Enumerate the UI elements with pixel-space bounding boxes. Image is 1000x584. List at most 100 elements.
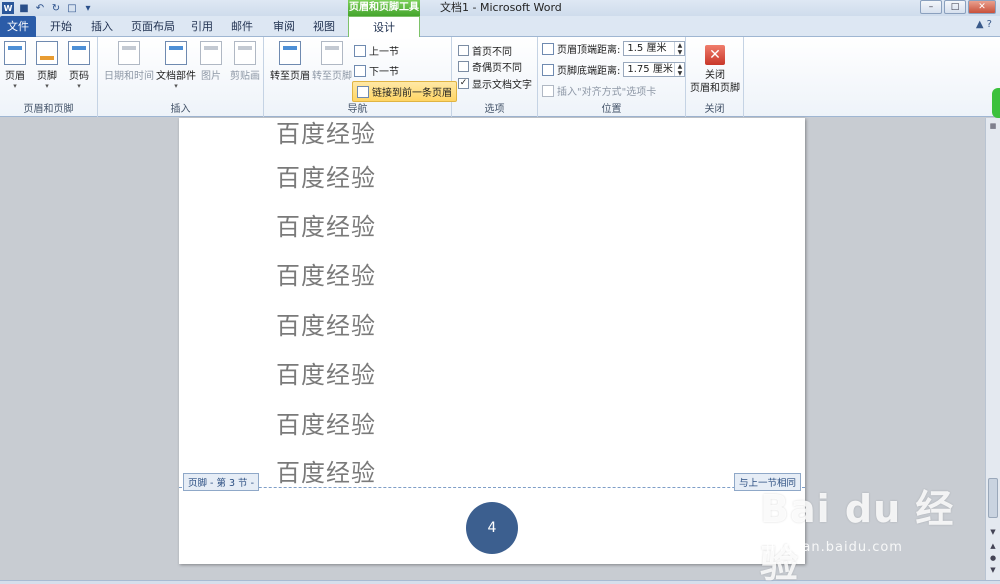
- title-bar: W ■ ↶ ↻ □ ▾ 页眉和页脚工具 文档1 - Microsoft Word…: [0, 0, 1000, 16]
- next-section-button[interactable]: 下一节: [354, 63, 399, 78]
- alignment-tab-icon: [542, 84, 554, 97]
- baidu-watermark: Bai du 经验 jingyan.baidu.com: [760, 478, 990, 584]
- redo-icon[interactable]: ↻: [50, 2, 62, 14]
- close-header-footer-label: 关闭 页眉和页脚: [690, 70, 740, 94]
- tab-file[interactable]: 文件: [0, 16, 36, 37]
- group-position: 页眉顶端距离: 1.5 厘米 ▲ ▼ 页脚底端距离: 1.75 厘米 ▲ ▼ 插入"…: [538, 37, 686, 117]
- header-top-value[interactable]: 1.5 厘米: [624, 42, 674, 55]
- page-number-button-label: 页码: [69, 71, 89, 82]
- group-label-navigation: 导航: [347, 104, 368, 115]
- tab-review[interactable]: 审阅: [266, 16, 302, 37]
- quick-parts-icon: [165, 41, 187, 65]
- header-top-spinner[interactable]: 1.5 厘米 ▲ ▼: [623, 41, 686, 56]
- date-time-button[interactable]: 日期和时间: [104, 41, 154, 82]
- tab-references[interactable]: 引用: [186, 16, 218, 37]
- goto-footer-button[interactable]: 转至页脚: [312, 41, 352, 82]
- body-text-line[interactable]: 百度经验: [276, 207, 376, 242]
- watermark-url: jingyan.baidu.com: [766, 540, 903, 555]
- tab-view[interactable]: 视图: [306, 16, 342, 37]
- body-text-line[interactable]: 百度经验: [276, 256, 376, 291]
- group-options: 首页不同 奇偶页不同 ✓ 显示文档文字 选项: [452, 37, 538, 117]
- footer-icon: [36, 41, 58, 65]
- ruler-toggle-icon[interactable]: ▦: [988, 122, 998, 132]
- page-number-circle[interactable]: 4: [466, 502, 518, 554]
- checkbox-unchecked: [458, 61, 469, 72]
- page-number-button[interactable]: 页码 ▾: [68, 41, 90, 90]
- different-first-page-checkbox[interactable]: 首页不同: [458, 43, 512, 58]
- arrow-down-icon: [354, 64, 366, 77]
- group-label-position: 位置: [601, 104, 622, 115]
- show-document-text-checkbox[interactable]: ✓ 显示文档文字: [458, 76, 532, 91]
- link-icon: [357, 85, 369, 98]
- spinner-arrows-icon[interactable]: ▲ ▼: [674, 63, 684, 77]
- goto-header-label: 转至页眉: [270, 71, 310, 82]
- footer-position-icon: [542, 63, 554, 76]
- picture-button[interactable]: 图片: [200, 41, 222, 82]
- footer-button-label: 页脚: [37, 71, 57, 82]
- footer-bottom-label: 页脚底端距离:: [557, 66, 621, 77]
- body-text-line[interactable]: 百度经验: [276, 158, 376, 193]
- close-header-footer-button[interactable]: ✕ 关闭 页眉和页脚: [690, 41, 740, 95]
- footer-button[interactable]: 页脚 ▾: [36, 41, 58, 90]
- tab-design[interactable]: 设计: [348, 16, 420, 38]
- group-navigation: 转至页眉 转至页脚 上一节 下一节 链接到前一条页眉 导航: [264, 37, 457, 117]
- close-window-button[interactable]: ✕: [968, 0, 996, 14]
- help-icon[interactable]: ▲ ?: [976, 19, 992, 30]
- chevron-down-icon: ▾: [174, 82, 178, 90]
- arrow-up-icon: [354, 44, 366, 57]
- body-text-line[interactable]: 百度经验: [276, 118, 376, 149]
- different-odd-even-label: 奇偶页不同: [472, 63, 522, 74]
- save-icon[interactable]: ■: [18, 2, 30, 14]
- header-button[interactable]: 页眉 ▾: [4, 41, 26, 90]
- tab-insert[interactable]: 插入: [84, 16, 120, 37]
- goto-header-icon: [279, 41, 301, 65]
- group-label-options: 选项: [484, 104, 505, 115]
- clip-art-icon: [234, 41, 256, 65]
- header-icon: [4, 41, 26, 65]
- next-section-label: 下一节: [369, 67, 399, 78]
- maximize-button[interactable]: □: [944, 0, 966, 14]
- chevron-down-icon: ▾: [77, 82, 81, 90]
- print-preview-icon[interactable]: □: [66, 2, 78, 14]
- link-to-previous-button[interactable]: 链接到前一条页眉: [352, 81, 457, 102]
- body-text-line[interactable]: 百度经验: [276, 405, 376, 440]
- chevron-down-icon: ▾: [45, 82, 49, 90]
- different-odd-even-checkbox[interactable]: 奇偶页不同: [458, 59, 522, 74]
- tab-mailings[interactable]: 邮件: [226, 16, 258, 37]
- word-logo-icon[interactable]: W: [2, 2, 14, 14]
- footer-section-label: 页脚 - 第 3 节 -: [183, 473, 259, 491]
- page-number-icon: [68, 41, 90, 65]
- tab-page-layout[interactable]: 页面布局: [126, 16, 180, 37]
- undo-icon[interactable]: ↶: [34, 2, 46, 14]
- checkbox-unchecked: [458, 45, 469, 56]
- prev-section-label: 上一节: [369, 47, 399, 58]
- picture-label: 图片: [201, 71, 221, 82]
- header-top-distance: 页眉顶端距离: 1.5 厘米 ▲ ▼: [542, 41, 686, 56]
- quick-parts-label: 文档部件: [156, 71, 196, 82]
- ribbon: 页眉 ▾ 页脚 ▾ 页码 ▾ 页眉和页脚 日期和时间 文档部件 ▾ 图片 剪贴画…: [0, 37, 1000, 117]
- document-page[interactable]: 百度经验 百度经验 百度经验 百度经验 百度经验 百度经验 百度经验 百度经验 …: [179, 118, 805, 564]
- checkbox-checked: ✓: [458, 78, 469, 89]
- spinner-arrows-icon[interactable]: ▲ ▼: [674, 42, 684, 56]
- customize-qat-icon[interactable]: ▾: [82, 2, 94, 14]
- prev-section-button[interactable]: 上一节: [354, 43, 399, 58]
- group-insert: 日期和时间 文档部件 ▾ 图片 剪贴画 插入: [98, 37, 264, 117]
- insert-alignment-tab-button[interactable]: 插入"对齐方式"选项卡: [542, 83, 656, 98]
- minimize-button[interactable]: –: [920, 0, 942, 14]
- header-top-label: 页眉顶端距离:: [557, 45, 621, 56]
- footer-bottom-spinner[interactable]: 1.75 厘米 ▲ ▼: [623, 62, 686, 77]
- tab-home[interactable]: 开始: [42, 16, 80, 37]
- footer-boundary-line: [179, 487, 805, 488]
- body-text-line[interactable]: 百度经验: [276, 306, 376, 341]
- body-text-line[interactable]: 百度经验: [276, 355, 376, 390]
- goto-header-button[interactable]: 转至页眉: [270, 41, 310, 82]
- body-text-line[interactable]: 百度经验: [276, 453, 376, 488]
- group-label-header-footer: 页眉和页脚: [23, 104, 74, 115]
- clip-art-button[interactable]: 剪贴画: [230, 41, 260, 82]
- group-close: ✕ 关闭 页眉和页脚 关闭: [686, 37, 744, 117]
- header-position-icon: [542, 42, 554, 55]
- insert-alignment-tab-label: 插入"对齐方式"选项卡: [557, 87, 657, 98]
- quick-parts-button[interactable]: 文档部件 ▾: [156, 41, 196, 90]
- footer-bottom-value[interactable]: 1.75 厘米: [624, 63, 674, 76]
- ribbon-tabs: 文件 开始 插入 页面布局 引用 邮件 审阅 视图 设计 ▲ ?: [0, 16, 1000, 38]
